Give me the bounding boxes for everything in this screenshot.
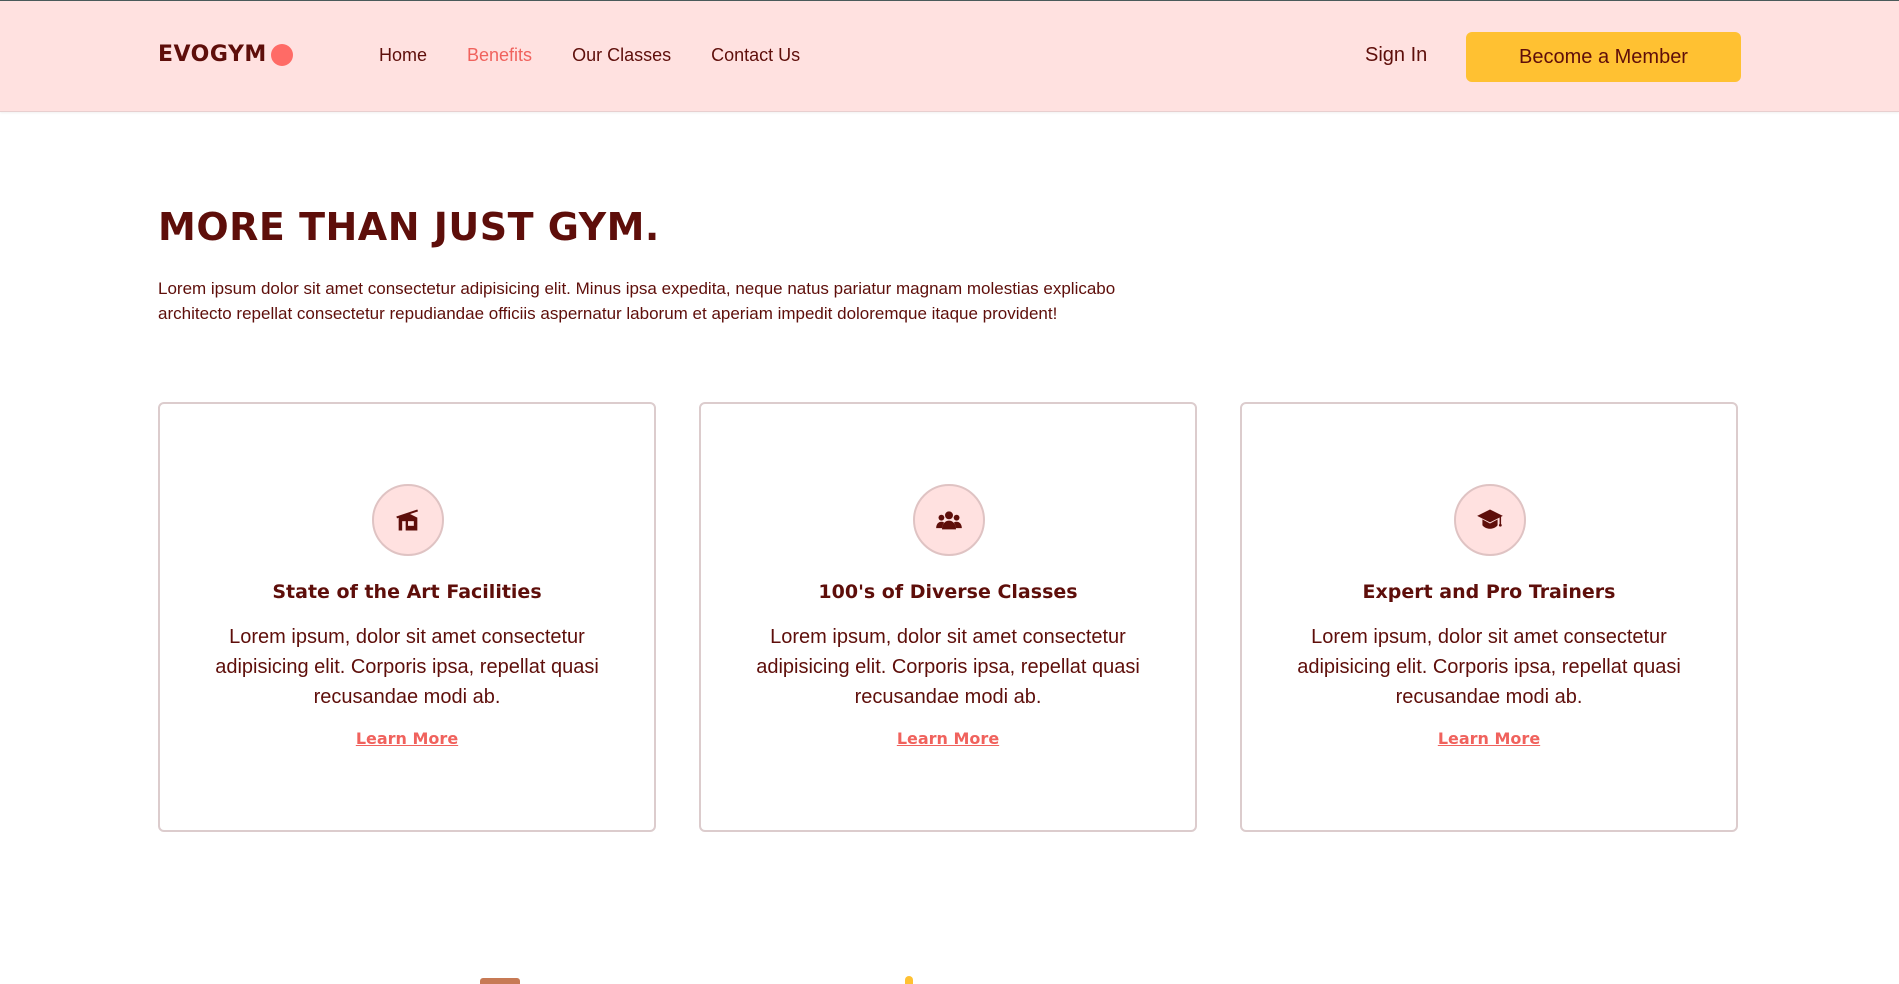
benefit-card-classes: 100's of Diverse Classes Lorem ipsum, do…	[699, 402, 1197, 832]
page-title: MORE THAN JUST GYM.	[158, 205, 660, 249]
become-member-button[interactable]: Become a Member	[1466, 32, 1741, 82]
learn-more-link[interactable]: Learn More	[1242, 729, 1736, 748]
logo-dot-icon	[270, 43, 293, 66]
card-title: State of the Art Facilities	[272, 581, 542, 603]
nav-link-contact-us[interactable]: Contact Us	[711, 45, 800, 66]
learn-more-link[interactable]: Learn More	[701, 729, 1195, 748]
navbar: EVOGYM Home Benefits Our Classes Contact…	[0, 1, 1899, 112]
nav-link-home[interactable]: Home	[379, 45, 427, 66]
logo[interactable]: EVOGYM	[158, 42, 293, 67]
nav-link-benefits[interactable]: Benefits	[467, 45, 532, 66]
home-modern-icon	[372, 484, 444, 556]
nav-links: Home Benefits Our Classes Contact Us	[379, 45, 800, 66]
card-text: Lorem ipsum, dolor sit amet consectetur …	[1297, 626, 1681, 708]
card-title: Expert and Pro Trainers	[1362, 581, 1616, 603]
decorative-graphic	[480, 978, 520, 984]
learn-more-link[interactable]: Learn More	[160, 729, 654, 748]
card-text: Lorem ipsum, dolor sit amet consectetur …	[756, 626, 1140, 708]
benefit-card-facilities: State of the Art Facilities Lorem ipsum,…	[158, 402, 656, 832]
user-group-icon	[913, 484, 985, 556]
card-title: 100's of Diverse Classes	[818, 581, 1078, 603]
card-text: Lorem ipsum, dolor sit amet consectetur …	[215, 626, 599, 708]
benefit-card-trainers: Expert and Pro Trainers Lorem ipsum, dol…	[1240, 402, 1738, 832]
decorative-graphic	[905, 976, 913, 984]
nav-link-our-classes[interactable]: Our Classes	[572, 45, 671, 66]
intro-text: Lorem ipsum dolor sit amet consectetur a…	[158, 279, 1116, 323]
sign-in-link[interactable]: Sign In	[1365, 44, 1427, 67]
academic-cap-icon	[1454, 484, 1526, 556]
logo-text: EVOGYM	[158, 42, 267, 67]
